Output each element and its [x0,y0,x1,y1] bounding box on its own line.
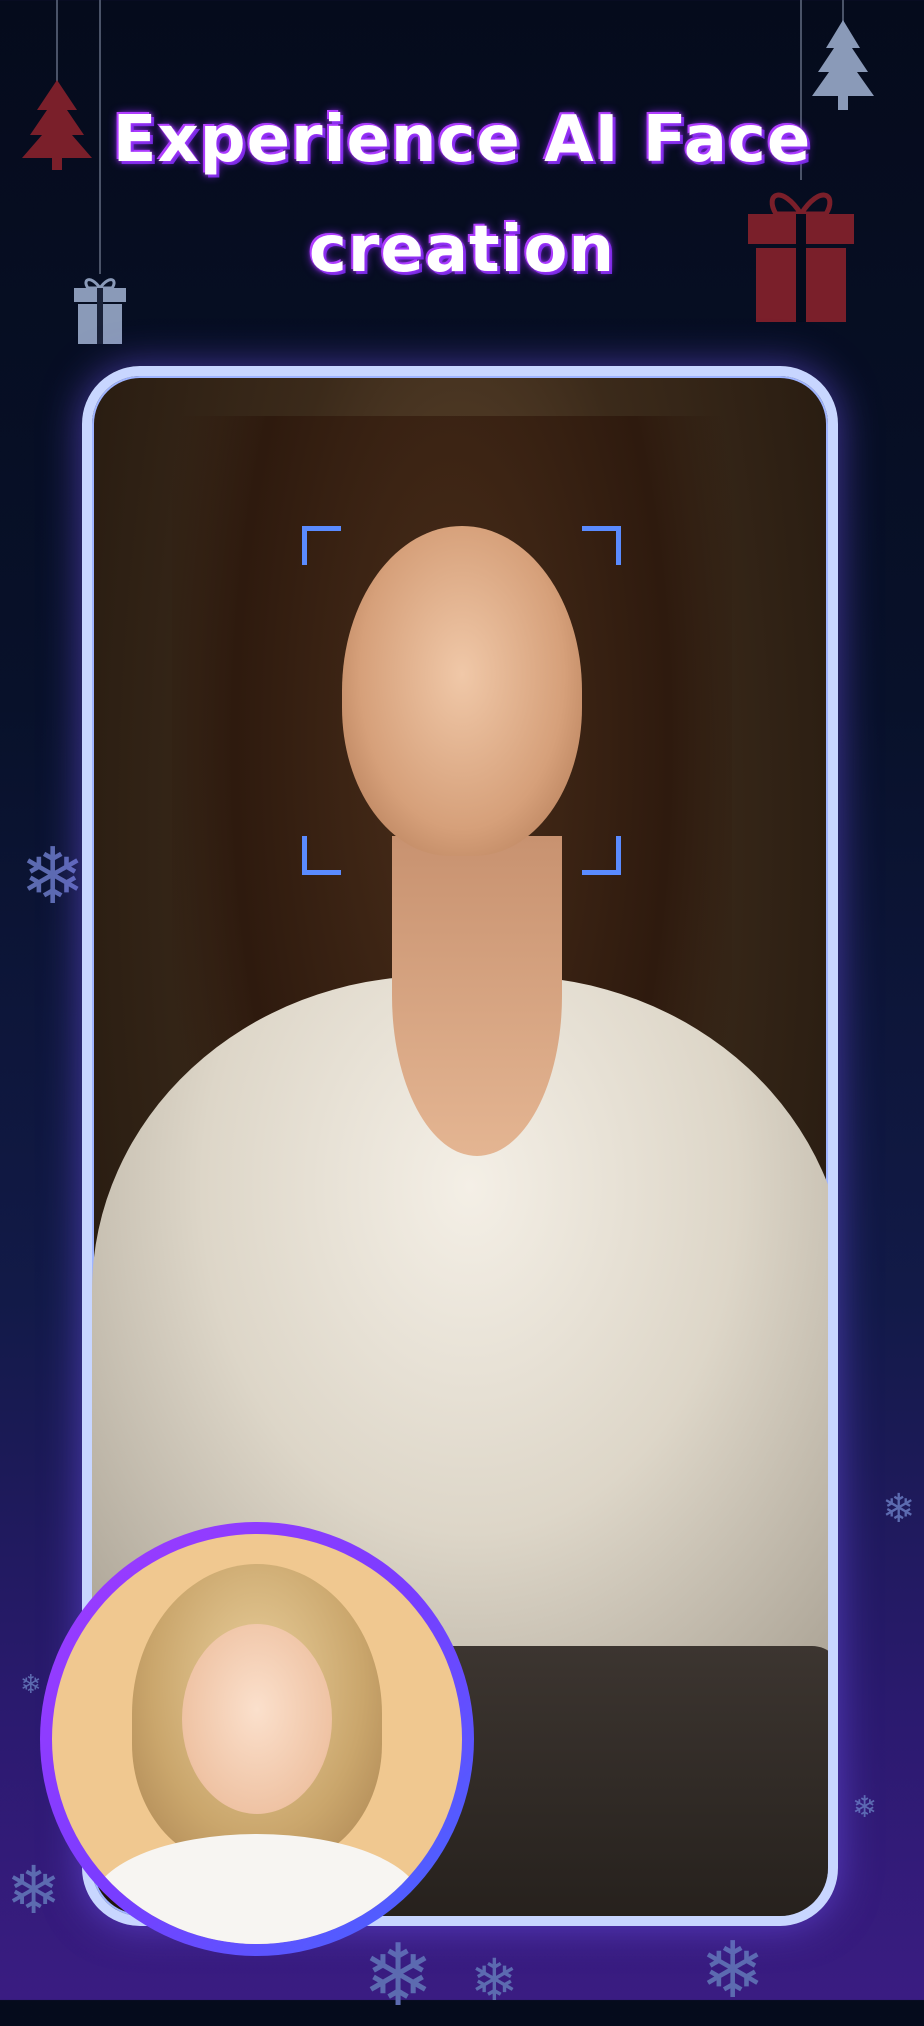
source-photo-face [182,1624,332,1814]
snowflake-icon: ❄ [6,1852,62,1929]
source-photo [52,1534,462,1944]
face-frame-corner-bl [302,836,341,875]
snowflake-icon: ❄ [20,1670,42,1700]
source-photo-shirt [92,1834,422,1944]
face-frame-corner-br [582,836,621,875]
portrait-face [342,526,582,856]
page-title: Experience AI Face creation [0,85,924,305]
source-photo-inset [40,1522,474,1956]
face-frame-corner-tr [582,526,621,565]
portrait-neckline [392,836,562,1156]
snowflake-icon: ❄ [882,1486,916,1532]
snowflake-icon: ❄ [852,1790,878,1825]
snowflake-icon: ❄ [700,1926,766,2016]
snowflake-icon: ❄ [470,1946,519,2014]
ornament-string [842,0,844,22]
snowflake-icon: ❄ [20,832,86,922]
face-frame-corner-tl [302,526,341,565]
ornament-string [56,0,58,84]
title-line-1: Experience AI Face [112,103,812,177]
title-line-2: creation [308,213,616,287]
